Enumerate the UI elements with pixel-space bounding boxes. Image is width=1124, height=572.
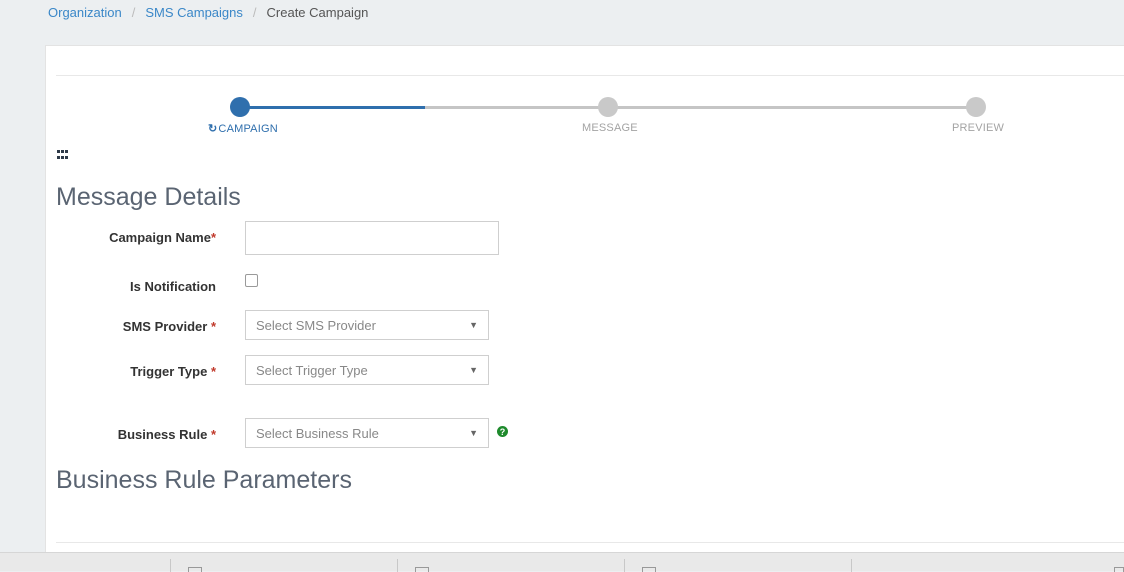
sms-provider-label: SMS Provider * [56,319,216,334]
business-rule-label: Business Rule * [56,427,216,442]
message-details-heading: Message Details [56,183,241,211]
required-mark: * [210,427,216,442]
trigger-type-select[interactable]: Select Trigger Type ▼ [245,355,489,385]
campaign-name-input[interactable] [245,221,499,255]
create-campaign-panel: ↻CAMPAIGN MESSAGE PREVIEW Message Detail… [45,45,1124,555]
business-rule-parameters-heading: Business Rule Parameters [56,466,352,494]
campaign-name-label-text: Campaign Name [109,230,211,245]
question-circle-icon[interactable]: ? [497,426,508,437]
breadcrumb-separator: / [131,4,136,20]
step-campaign-dot[interactable] [230,97,250,117]
toolbar-divider [397,559,398,572]
caret-down-icon: ▼ [469,365,478,375]
sms-provider-select[interactable]: Select SMS Provider ▼ [245,310,489,340]
trigger-type-label: Trigger Type * [56,364,216,379]
toolbar-item-icon[interactable] [415,567,429,572]
sms-provider-label-text: SMS Provider [122,319,208,334]
business-rule-label-text: Business Rule [117,427,208,442]
toolbar-item-icon[interactable] [642,567,656,572]
panel-divider [56,75,1124,76]
required-mark: * [210,364,216,379]
breadcrumb-separator: / [252,4,257,20]
toolbar-item-icon[interactable] [188,567,202,572]
step-preview-label[interactable]: PREVIEW [952,122,1004,134]
left-gutter [0,0,45,552]
breadcrumb-current: Create Campaign [266,4,369,20]
wizard-stepper: ↻CAMPAIGN MESSAGE PREVIEW [46,96,1124,140]
breadcrumb-organization[interactable]: Organization [48,5,122,20]
required-mark: * [210,230,216,245]
toolbar-item-icon[interactable] [1114,567,1124,572]
bottom-toolbar [0,552,1124,572]
breadcrumb: Organization / SMS Campaigns / Create Ca… [48,4,368,20]
step-preview-dot[interactable] [966,97,986,117]
business-rule-placeholder: Select Business Rule [256,425,379,441]
toolbar-divider [851,559,852,572]
step-message-dot[interactable] [598,97,618,117]
panel-divider [56,542,1124,543]
trigger-type-label-text: Trigger Type [130,364,208,379]
caret-down-icon: ▼ [469,428,478,438]
caret-down-icon: ▼ [469,320,478,330]
is-notification-label: Is Notification [130,279,216,294]
sms-provider-placeholder: Select SMS Provider [256,317,376,333]
trigger-type-placeholder: Select Trigger Type [256,362,368,378]
stepper-progress-line [240,106,425,109]
is-notification-checkbox[interactable] [245,274,258,287]
breadcrumb-sms-campaigns[interactable]: SMS Campaigns [145,5,243,20]
step-campaign-label[interactable]: ↻CAMPAIGN [208,122,278,135]
step-campaign-text: CAMPAIGN [218,123,278,135]
stepper-remaining-line [425,106,977,109]
refresh-icon: ↻ [208,123,218,135]
toolbar-divider [624,559,625,572]
toolbar-divider [170,559,171,572]
business-rule-select[interactable]: Select Business Rule ▼ [245,418,489,448]
required-mark: * [210,319,216,334]
campaign-name-label: Campaign Name* [56,230,216,245]
grid-icon[interactable] [57,150,69,160]
step-message-label[interactable]: MESSAGE [582,122,638,134]
